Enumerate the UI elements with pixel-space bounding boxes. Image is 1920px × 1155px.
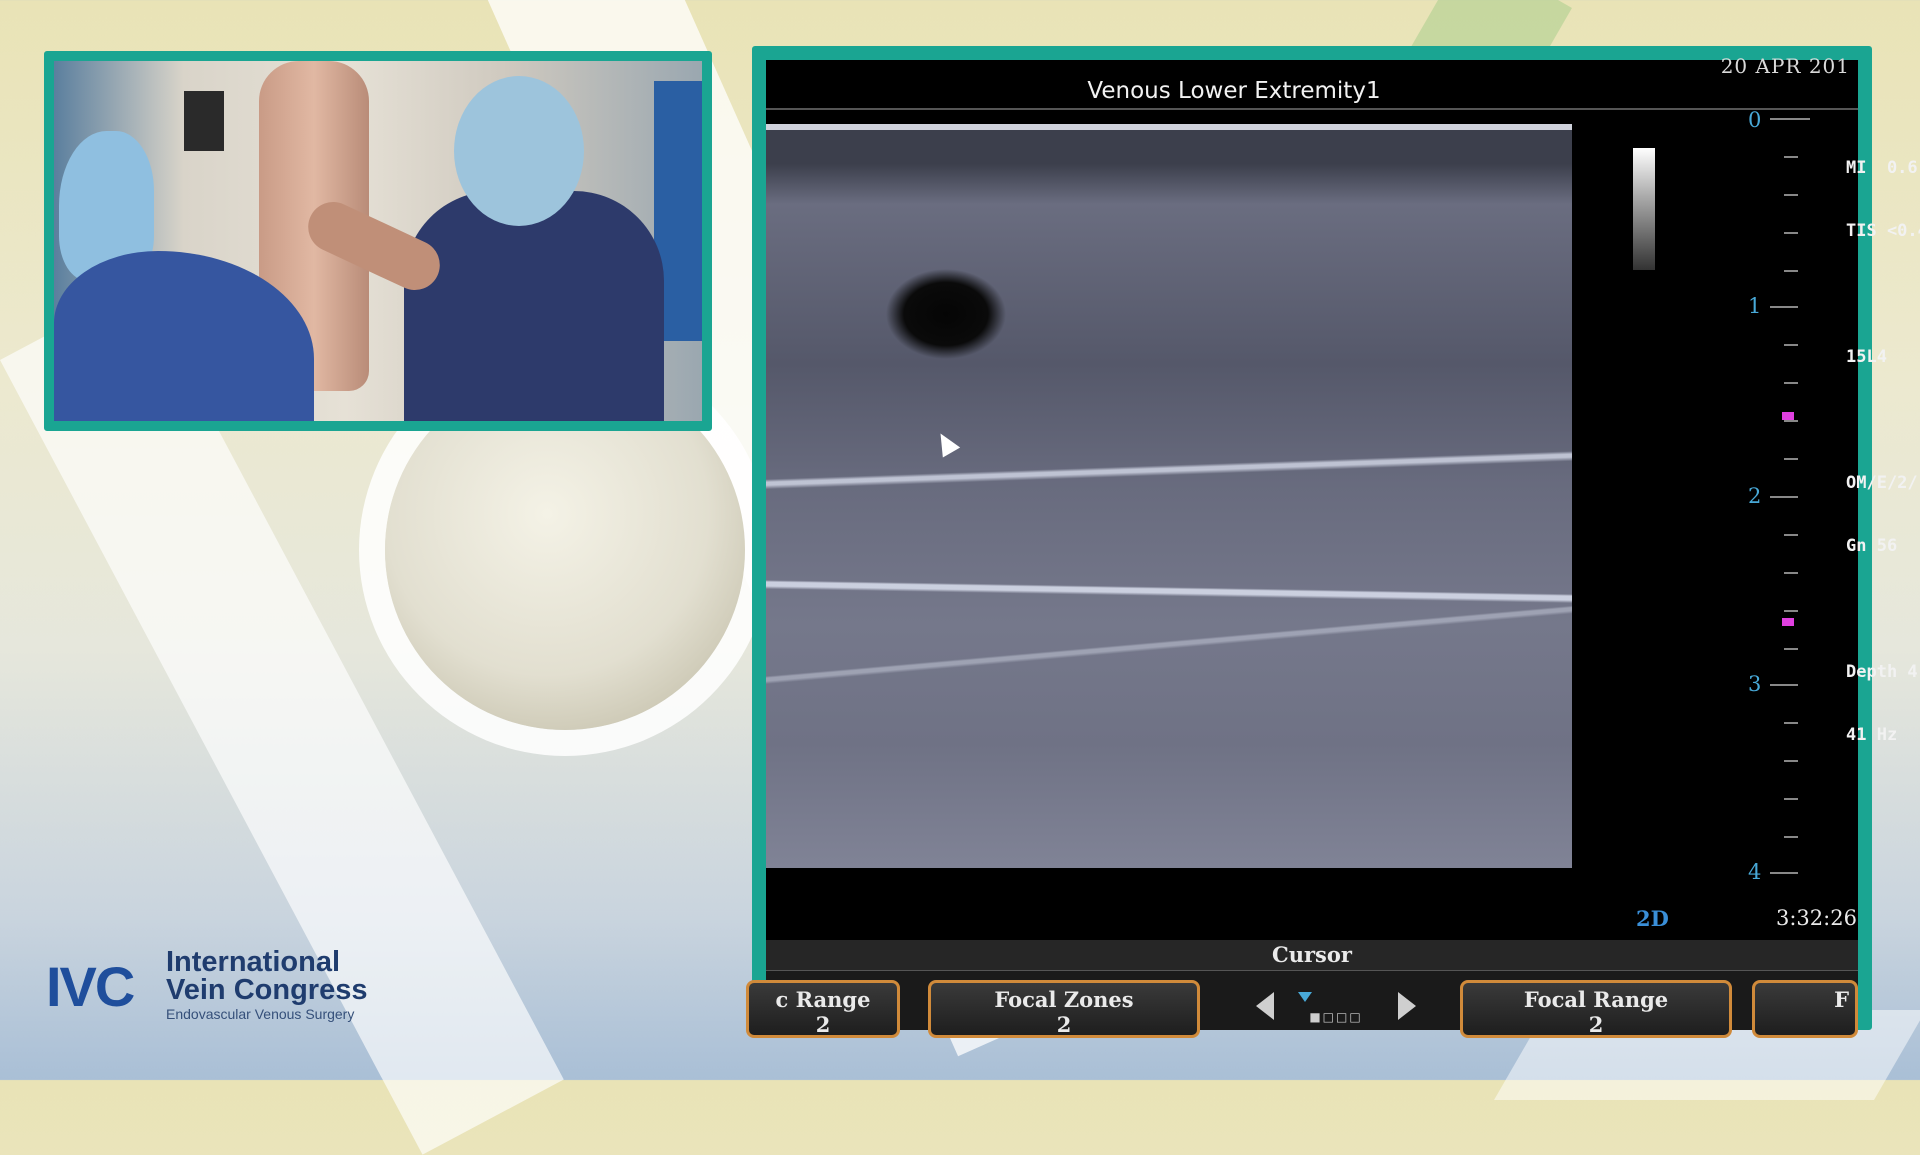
readout-blank xyxy=(1846,284,1920,305)
ultrasound-image[interactable] xyxy=(766,124,1572,868)
softkey-label: F xyxy=(1834,987,1849,1012)
depth-label-4: 4 xyxy=(1748,860,1762,884)
softkey-value: 2 xyxy=(815,1012,831,1037)
depth-tick xyxy=(1770,306,1798,308)
cursor-header: Cursor xyxy=(766,940,1858,971)
exam-title: Venous Lower Extremity1 xyxy=(1087,78,1381,104)
readout-probe: 15L4 xyxy=(1846,347,1887,367)
depth-tick xyxy=(1784,572,1798,574)
depth-tick xyxy=(1784,232,1798,234)
depth-label-0: 0 xyxy=(1748,108,1762,132)
focal-zone-marker xyxy=(1782,412,1794,420)
wall-panel xyxy=(184,91,224,151)
readout-depth: Depth 4 c xyxy=(1846,662,1918,682)
logo-name-line1: International xyxy=(166,946,341,978)
page-left-icon[interactable] xyxy=(1256,992,1274,1020)
depth-label-3: 3 xyxy=(1748,672,1762,696)
softkey-value: 2 xyxy=(1056,1012,1072,1037)
depth-scale: 0 1 2 3 4 xyxy=(1726,106,1810,936)
softkey-bar: Cursor c Range 2 Focal Zones 2 ■□□□ Foca… xyxy=(746,940,1858,1038)
mouse-cursor-icon xyxy=(931,428,961,458)
logo-name-line2: Vein Congress xyxy=(166,974,368,1006)
depth-tick xyxy=(1784,420,1798,422)
depth-tick xyxy=(1784,760,1798,762)
procedure-video-inset xyxy=(44,51,712,431)
readout-mi: MI 0.6 xyxy=(1846,158,1918,178)
softkey-focal-range[interactable]: Focal Range 2 xyxy=(1460,980,1732,1038)
title-divider xyxy=(766,108,1858,110)
page-right-icon[interactable] xyxy=(1398,992,1416,1020)
mode-indicator: 2D xyxy=(1636,906,1669,931)
imaging-readouts: MI 0.6 TIS <0.4 15L4 OM/E/2/ Gn 56 D Dep… xyxy=(1846,116,1920,788)
depth-tick xyxy=(1784,610,1798,612)
depth-tick xyxy=(1784,836,1798,838)
softkey-label: c Range xyxy=(775,987,871,1012)
softkey-value: 2 xyxy=(1588,1012,1604,1037)
depth-tick xyxy=(1784,270,1798,272)
depth-tick xyxy=(1784,382,1798,384)
focal-zone-marker xyxy=(1782,618,1794,626)
ultrasound-display: 20 APR 201 Venous Lower Extremity1 0 1 2… xyxy=(746,46,1920,1038)
grayscale-bar xyxy=(1633,148,1655,270)
depth-tick xyxy=(1784,458,1798,460)
softkey-pager: ■□□□ xyxy=(1256,980,1416,1030)
surgeon-figure xyxy=(404,191,664,421)
exam-date: 20 APR 201 xyxy=(1720,54,1850,78)
logo-mark: IVC xyxy=(46,955,135,1018)
depth-label-1: 1 xyxy=(1748,294,1762,318)
depth-tick xyxy=(1784,156,1798,158)
depth-label-2: 2 xyxy=(1748,484,1762,508)
depth-tick xyxy=(1770,118,1810,120)
softkey-label: Focal Zones xyxy=(994,987,1134,1012)
readout-frame-rate: 41 Hz xyxy=(1846,725,1898,745)
readout-tis: TIS <0.4 xyxy=(1846,221,1920,241)
depth-tick xyxy=(1770,496,1798,498)
depth-tick xyxy=(1784,798,1798,800)
depth-tick xyxy=(1784,194,1798,196)
depth-tick xyxy=(1784,648,1798,650)
softkey-label: Focal Range xyxy=(1523,987,1669,1012)
softkey-range[interactable]: c Range 2 xyxy=(746,980,900,1038)
depth-tick xyxy=(1770,684,1798,686)
depth-tick xyxy=(1784,344,1798,346)
readout-blank xyxy=(1846,599,1920,620)
surgeon-head xyxy=(454,76,584,226)
clock: 3:32:26 xyxy=(1776,906,1857,930)
page-marker-icon xyxy=(1298,992,1312,1002)
readout-mode: OM/E/2/ xyxy=(1846,473,1918,493)
softkey-focal-zones[interactable]: Focal Zones 2 xyxy=(928,980,1200,1038)
softkey-partial[interactable]: F xyxy=(1752,980,1858,1038)
readout-gain: Gn 56 D xyxy=(1846,536,1898,556)
readout-blank xyxy=(1846,410,1920,431)
depth-tick xyxy=(1784,534,1798,536)
logo-subtitle: Endovascular Venous Surgery xyxy=(166,1006,355,1022)
logo-name: International Vein Congress xyxy=(166,946,368,1006)
depth-tick xyxy=(1784,722,1798,724)
depth-tick xyxy=(1770,872,1798,874)
page-dots: ■□□□ xyxy=(1309,1010,1363,1024)
